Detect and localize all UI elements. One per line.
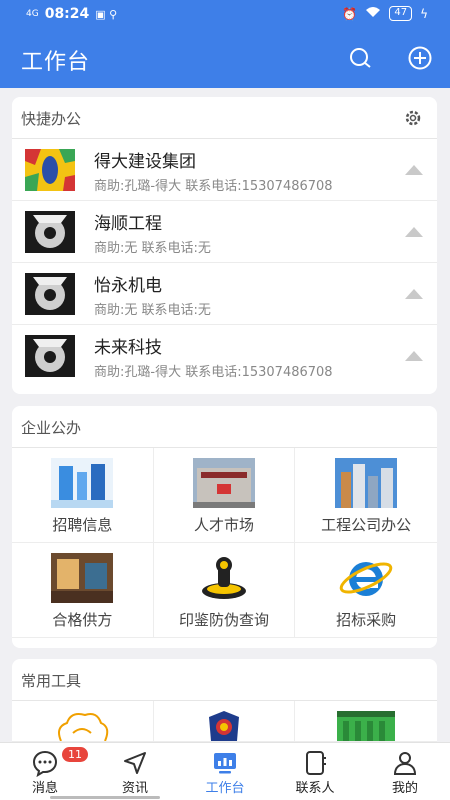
tab-news[interactable]: 资讯 — [90, 743, 180, 800]
tools-title: 常用工具 — [21, 672, 82, 690]
tools-header: 常用工具 — [12, 659, 437, 701]
recruitment-image — [51, 458, 114, 508]
status-bar: 4G 08:24 ▣ ⚲ ⏰ 47 ϟ — [0, 0, 450, 30]
company-logo — [25, 273, 75, 315]
clock: 08:24 — [44, 6, 90, 22]
network-indicator: 4G — [26, 9, 39, 19]
internet-explorer-icon — [335, 553, 397, 603]
recruitment-label: 招聘信息 — [52, 516, 113, 534]
company-name: 未来科技 — [94, 338, 162, 358]
collapse-arrow-icon[interactable] — [405, 227, 423, 237]
company-logo — [25, 211, 75, 253]
bottom-tab-bar: 11 消息 资讯 工作台 联系人 我的 — [0, 742, 450, 800]
building-tool-button[interactable] — [295, 701, 437, 742]
tab-workbench-label: 工作台 — [205, 781, 245, 796]
quick-office-card: 快捷办公 得大建设集团 商助:孔璐-得大 联系电话:15307486708 海顺… — [12, 97, 437, 394]
tab-messages[interactable]: 11 消息 — [0, 743, 90, 800]
quick-item[interactable]: 海顺工程 商助:无 联系电话:无 — [12, 201, 437, 263]
seal-verification-button[interactable]: 印鉴防伪查询 — [153, 543, 296, 638]
company-logo — [25, 335, 75, 377]
company-meta: 商助:无 联系电话:无 — [94, 241, 211, 256]
company-meta: 商助:孔璐-得大 联系电话:15307486708 — [94, 365, 333, 380]
alarm-icon: ⏰ — [342, 6, 358, 21]
talent-market-button[interactable]: 人才市场 — [153, 448, 296, 543]
cloud-tool-button[interactable] — [12, 701, 154, 742]
talent-market-label: 人才市场 — [193, 516, 254, 534]
recruitment-button[interactable]: 招聘信息 — [12, 448, 154, 543]
notification-icon: ▣ ⚲ — [95, 7, 118, 21]
quick-office-title: 快捷办公 — [21, 110, 82, 128]
tab-messages-label: 消息 — [31, 781, 58, 796]
badge-tool-button[interactable] — [153, 701, 296, 742]
tab-news-label: 资讯 — [121, 781, 148, 796]
tab-profile[interactable]: 我的 — [360, 743, 450, 800]
seal-icon — [193, 553, 255, 603]
profile-icon — [391, 749, 419, 777]
emblem-icon — [193, 707, 255, 742]
engineering-office-image — [335, 458, 398, 508]
chat-icon — [31, 749, 59, 778]
gear-icon[interactable] — [403, 108, 423, 128]
enterprise-header: 企业公办 — [12, 406, 437, 448]
qualified-supplier-image — [51, 553, 114, 603]
quick-item[interactable]: 得大建设集团 商助:孔璐-得大 联系电话:15307486708 — [12, 139, 437, 201]
tab-contacts-label: 联系人 — [295, 781, 335, 796]
navigation-icon — [121, 749, 149, 777]
app-header: 工作台 — [0, 30, 450, 88]
tools-card: 常用工具 — [12, 659, 437, 742]
add-icon[interactable] — [406, 44, 434, 72]
charging-icon: ϟ — [420, 6, 428, 21]
enterprise-grid: 招聘信息 人才市场 工程公司办公 合格供方 印鉴防伪查询 招标采购 — [12, 448, 437, 638]
cloud-icon — [51, 707, 113, 742]
company-logo — [25, 149, 75, 191]
home-indicator — [50, 796, 160, 799]
company-name: 得大建设集团 — [94, 152, 196, 172]
tab-profile-label: 我的 — [391, 781, 418, 796]
battery-icon: 47 — [389, 6, 413, 21]
enterprise-title: 企业公办 — [21, 419, 82, 437]
wifi-icon — [365, 6, 381, 21]
company-name: 海顺工程 — [94, 214, 162, 234]
unread-badge: 11 — [62, 747, 88, 762]
quick-office-header: 快捷办公 — [12, 97, 437, 139]
seal-verification-label: 印鉴防伪查询 — [178, 611, 269, 629]
qualified-supplier-label: 合格供方 — [52, 611, 113, 629]
tools-grid — [12, 701, 437, 742]
company-meta: 商助:孔璐-得大 联系电话:15307486708 — [94, 179, 333, 194]
enterprise-card: 企业公办 招聘信息 人才市场 工程公司办公 合格供方 印鉴防伪查询 招标采购 — [12, 406, 437, 648]
building-icon — [335, 707, 397, 742]
quick-item[interactable]: 怡永机电 商助:无 联系电话:无 — [12, 263, 437, 325]
page-title: 工作台 — [21, 50, 91, 75]
collapse-arrow-icon[interactable] — [405, 165, 423, 175]
tender-procurement-label: 招标采购 — [336, 611, 397, 629]
company-name: 怡永机电 — [94, 276, 162, 296]
collapse-arrow-icon[interactable] — [405, 351, 423, 361]
engineering-office-label: 工程公司办公 — [321, 516, 412, 534]
engineering-office-button[interactable]: 工程公司办公 — [295, 448, 437, 543]
dashboard-icon — [211, 749, 239, 777]
qualified-supplier-button[interactable]: 合格供方 — [12, 543, 154, 638]
tab-workbench[interactable]: 工作台 — [180, 743, 270, 800]
search-icon[interactable] — [347, 44, 375, 72]
talent-market-image — [192, 458, 255, 508]
collapse-arrow-icon[interactable] — [405, 289, 423, 299]
tender-procurement-button[interactable]: 招标采购 — [295, 543, 437, 638]
company-meta: 商助:无 联系电话:无 — [94, 303, 211, 318]
tab-contacts[interactable]: 联系人 — [270, 743, 360, 800]
quick-item[interactable]: 未来科技 商助:孔璐-得大 联系电话:15307486708 — [12, 325, 437, 387]
contacts-icon — [301, 749, 329, 777]
